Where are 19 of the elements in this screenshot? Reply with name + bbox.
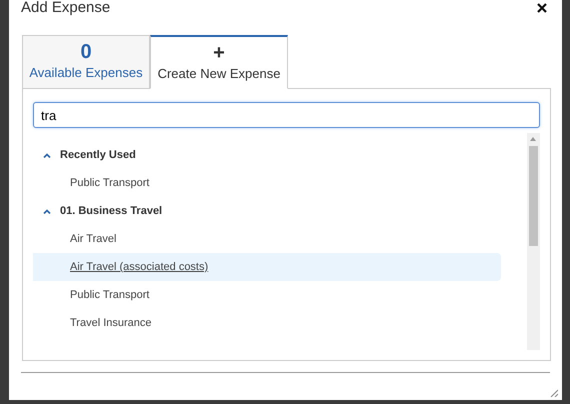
close-button[interactable]	[536, 2, 548, 14]
list-item[interactable]: Public Transport	[33, 169, 501, 197]
resize-grip-icon[interactable]	[550, 389, 558, 397]
tab[interactable]: + Create New Expense	[150, 35, 288, 89]
chevron-up-icon	[43, 152, 51, 158]
list-item[interactable]: Public Transport	[33, 281, 501, 309]
list-item[interactable]: Travel Insurance	[33, 309, 501, 337]
group-header[interactable]: Recently Used	[33, 141, 142, 169]
scrollbar[interactable]	[527, 133, 540, 350]
scroll-up-icon[interactable]	[530, 137, 536, 141]
group-header[interactable]: 01. Business Travel	[33, 197, 168, 225]
dialog-title: Add Expense	[21, 0, 110, 18]
close-icon	[536, 2, 548, 14]
scrollbar-thumb[interactable]	[529, 146, 538, 246]
search-field[interactable]: tra	[33, 102, 540, 128]
chevron-up-icon	[43, 208, 51, 214]
tab[interactable]: 0 Available Expenses	[22, 35, 150, 89]
list-item[interactable]: Air Travel	[33, 225, 501, 253]
list-item[interactable]: Air Travel (associated costs)	[33, 253, 501, 281]
